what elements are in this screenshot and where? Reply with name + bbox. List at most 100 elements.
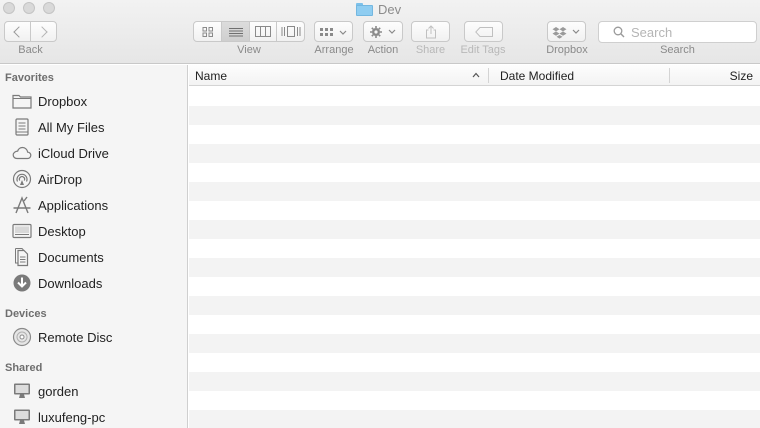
search-input[interactable] xyxy=(631,24,751,40)
sidebar-item-label: Remote Disc xyxy=(38,329,113,345)
empty-row xyxy=(189,296,760,315)
empty-row xyxy=(189,106,760,125)
back-button[interactable] xyxy=(5,22,30,41)
view-label: View xyxy=(237,44,261,56)
column-view-icon xyxy=(255,26,272,37)
icon-view-button[interactable] xyxy=(194,22,221,41)
list-view-button[interactable] xyxy=(221,22,249,41)
empty-row xyxy=(189,163,760,182)
search-label: Search xyxy=(660,44,695,56)
sidebar-item-label: AirDrop xyxy=(38,171,83,187)
sidebar-item-airdrop[interactable]: AirDrop xyxy=(0,167,187,191)
empty-row xyxy=(189,258,760,277)
cover-flow-icon xyxy=(281,26,301,37)
file-rows xyxy=(189,87,760,428)
dropbox-label: Dropbox xyxy=(546,44,588,56)
sidebar-item-documents[interactable]: Documents xyxy=(0,245,187,269)
folder-icon xyxy=(356,2,373,16)
dropbox-button[interactable] xyxy=(547,21,586,42)
downloads-icon xyxy=(12,273,32,293)
column-divider[interactable] xyxy=(669,68,670,83)
list-view-icon xyxy=(228,27,243,36)
empty-row xyxy=(189,277,760,296)
desktop-icon xyxy=(12,221,32,241)
column-header-size-label: Size xyxy=(729,68,753,83)
sidebar-item-label: Documents xyxy=(38,249,104,265)
sidebar-item-label: Dropbox xyxy=(38,93,88,109)
all-files-icon xyxy=(12,117,32,137)
back-label: Back xyxy=(18,44,43,56)
empty-row xyxy=(189,144,760,163)
share-button[interactable] xyxy=(411,21,450,42)
documents-icon xyxy=(12,247,32,267)
empty-row xyxy=(189,391,760,410)
zoom-window-button[interactable] xyxy=(43,2,55,14)
search-icon xyxy=(613,26,625,38)
column-header-size[interactable]: Size xyxy=(679,65,753,86)
computer-icon xyxy=(12,407,32,427)
column-header-date-modified[interactable]: Date Modified xyxy=(500,65,650,86)
toolbar: Dev Back View Arrange Action Share Edit … xyxy=(0,0,760,64)
sidebar-item-label: Downloads xyxy=(38,275,103,291)
close-window-button[interactable] xyxy=(3,2,15,14)
arrange-label: Arrange xyxy=(314,44,354,56)
window-title-text: Dev xyxy=(378,1,402,17)
edit-tags-button[interactable] xyxy=(464,21,503,42)
edit-tags-label: Edit Tags xyxy=(460,44,506,56)
sidebar-item-label: gorden xyxy=(38,383,79,399)
sidebar-item-label: iCloud Drive xyxy=(38,145,109,161)
column-divider[interactable] xyxy=(488,68,489,83)
tag-icon xyxy=(474,26,493,37)
sidebar-item-luxufeng-pc[interactable]: luxufeng-pc xyxy=(0,405,187,428)
empty-row xyxy=(189,334,760,353)
minimize-window-button[interactable] xyxy=(23,2,35,14)
dropbox-icon xyxy=(552,26,579,39)
sidebar-item-label: Desktop xyxy=(38,223,86,239)
file-list: Name Date Modified Size xyxy=(189,65,760,428)
column-header-name[interactable]: Name xyxy=(195,65,475,86)
shared-section-title: Shared xyxy=(5,362,43,374)
action-button[interactable] xyxy=(363,21,403,42)
sort-ascending-icon xyxy=(472,72,480,78)
favorites-section-title: Favorites xyxy=(5,72,54,84)
sidebar: Favorites Dropbox All My Files iCloud Dr… xyxy=(0,65,188,428)
sidebar-item-dropbox[interactable]: Dropbox xyxy=(0,89,187,113)
column-header-date-label: Date Modified xyxy=(500,68,575,83)
empty-row xyxy=(189,220,760,239)
empty-row xyxy=(189,353,760,372)
sidebar-item-desktop[interactable]: Desktop xyxy=(0,219,187,243)
sidebar-item-remote-disc[interactable]: Remote Disc xyxy=(0,325,187,349)
cover-flow-button[interactable] xyxy=(276,22,304,41)
window-title: Dev xyxy=(356,1,401,17)
airdrop-icon xyxy=(12,169,32,189)
computer-icon xyxy=(12,381,32,401)
list-header: Name Date Modified Size xyxy=(189,65,760,86)
sidebar-item-label: All My Files xyxy=(38,119,105,135)
sidebar-item-all-my-files[interactable]: All My Files xyxy=(0,115,187,139)
sidebar-item-icloud-drive[interactable]: iCloud Drive xyxy=(0,141,187,165)
sidebar-item-applications[interactable]: Applications xyxy=(0,193,187,217)
view-switcher xyxy=(193,21,305,42)
column-header-name-label: Name xyxy=(195,68,228,83)
icon-view-icon xyxy=(202,26,213,37)
arrange-button[interactable] xyxy=(314,21,353,42)
share-label: Share xyxy=(415,44,446,56)
sidebar-item-downloads[interactable]: Downloads xyxy=(0,271,187,295)
sidebar-item-gorden[interactable]: gorden xyxy=(0,379,187,403)
arrange-icon xyxy=(319,27,346,36)
gear-icon xyxy=(370,25,396,38)
forward-button[interactable] xyxy=(30,22,56,41)
empty-row xyxy=(189,372,760,391)
empty-row xyxy=(189,315,760,334)
empty-row xyxy=(189,239,760,258)
disc-icon xyxy=(12,327,32,347)
folder-icon xyxy=(12,91,32,111)
empty-row xyxy=(189,182,760,201)
applications-icon xyxy=(12,195,32,215)
empty-row xyxy=(189,201,760,220)
column-view-button[interactable] xyxy=(248,22,277,41)
back-forward-control xyxy=(4,21,57,42)
devices-section-title: Devices xyxy=(5,308,47,320)
search-field[interactable] xyxy=(598,21,757,43)
cloud-icon xyxy=(12,143,32,163)
